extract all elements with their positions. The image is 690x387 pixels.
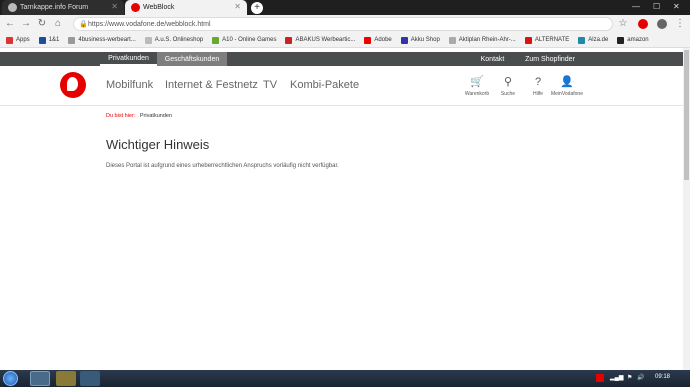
site-header: Mobilfunk Internet & Festnetz TV Kombi-P…	[0, 66, 690, 106]
bookmark-favicon-icon	[285, 36, 293, 44]
bookmark-4business[interactable]: 4business-werbeart...	[68, 36, 136, 44]
apps-grid-icon	[6, 36, 13, 44]
bookmark-abakus[interactable]: ABAKUS Werbeartic...	[285, 36, 355, 44]
shopfinder-link[interactable]: Zum Shopfinder	[518, 52, 582, 66]
windows-taskbar: ▂▄▆ ⚑ 🔊 09:18	[0, 370, 690, 387]
browser-toolbar: ← → ↻ ⌂ 🔒 https://www.vodafone.de/webblo…	[0, 15, 690, 33]
tab-geschaeftskunden[interactable]: Geschäftskunden	[157, 52, 227, 66]
cart-icon: 🛒	[470, 76, 484, 88]
meinvodafone-button[interactable]: 👤 MeinVodafone	[551, 76, 583, 97]
new-tab-button[interactable]: +	[251, 2, 263, 14]
close-window-button[interactable]: ✕	[673, 2, 680, 11]
tab-webblock[interactable]: WebBlock ✕	[125, 0, 247, 15]
nav-internet-festnetz[interactable]: Internet & Festnetz	[165, 79, 258, 91]
vodafone-speechmark-icon	[67, 77, 78, 91]
clock-time[interactable]: 09:18	[655, 374, 670, 380]
tab-title: WebBlock	[143, 4, 175, 11]
vodafone-logo[interactable]	[60, 72, 86, 98]
bookmark-amazon[interactable]: amazon	[617, 36, 649, 44]
bookmark-akku-shop[interactable]: Akku Shop	[400, 36, 440, 44]
bookmark-favicon-icon	[144, 36, 152, 44]
lock-icon: 🔒	[79, 21, 88, 28]
scrollbar-thumb[interactable]	[684, 50, 689, 180]
bookmark-alternate[interactable]: ALTERNATE	[524, 36, 569, 44]
maximize-button[interactable]: ☐	[653, 2, 660, 11]
address-bar[interactable]: 🔒 https://www.vodafone.de/webblock.html	[73, 17, 613, 31]
browser-tab-strip: Tarnkappe.info Forum ✕ WebBlock ✕ + — ☐ …	[0, 0, 690, 15]
tray-signal-icon[interactable]: ▂▄▆	[610, 374, 623, 381]
bookmarks-bar: Apps 1&1 4business-werbeart... A.u.S. On…	[0, 33, 690, 48]
bookmark-alza[interactable]: Alza.de	[578, 36, 608, 44]
tab-favicon-icon	[8, 3, 17, 12]
warenkorb-button[interactable]: 🛒 Warenkorb	[461, 76, 493, 97]
taskbar-chrome-icon[interactable]	[30, 371, 50, 386]
block-message: Dieses Portal ist aufgrund eines urheber…	[106, 163, 339, 169]
close-icon[interactable]: ✕	[111, 2, 118, 11]
bookmark-favicon-icon	[617, 36, 625, 44]
tab-tarnkappe[interactable]: Tarnkappe.info Forum ✕	[2, 0, 124, 15]
search-icon: ⚲	[503, 76, 513, 88]
adblock-extension-icon[interactable]	[638, 19, 648, 29]
breadcrumb-current[interactable]: Privatkunden	[140, 113, 172, 119]
bookmark-favicon-icon	[364, 36, 372, 44]
close-icon[interactable]: ✕	[234, 2, 241, 11]
nav-tv[interactable]: TV	[263, 79, 277, 91]
nav-mobilfunk[interactable]: Mobilfunk	[106, 79, 153, 91]
vodafone-favicon-icon	[131, 3, 140, 12]
bookmark-favicon-icon	[68, 36, 76, 44]
bookmark-adobe[interactable]: Adobe	[364, 36, 392, 44]
user-icon: 👤	[560, 76, 574, 88]
segment-nav: Privatkunden Geschäftskunden Kontakt Zum…	[0, 52, 690, 66]
tray-antivirus-icon[interactable]	[596, 374, 604, 382]
profile-avatar-icon[interactable]	[657, 19, 667, 29]
page-scrollbar[interactable]	[683, 48, 690, 370]
bookmark-aktiplan[interactable]: Aktiplan Rhein-Ahr-...	[448, 36, 516, 44]
bookmark-a10[interactable]: A10 - Online Games	[212, 36, 276, 44]
kontakt-link[interactable]: Kontakt	[470, 52, 515, 66]
forward-icon[interactable]: →	[20, 18, 32, 29]
tray-flag-icon[interactable]: ⚑	[627, 374, 632, 381]
bookmark-star-icon[interactable]: ☆	[617, 18, 629, 29]
bookmark-aus-onlineshop[interactable]: A.u.S. Onlineshop	[144, 36, 203, 44]
suche-button[interactable]: ⚲ Suche	[492, 76, 524, 97]
taskbar-app-icon[interactable]	[80, 371, 100, 386]
hilfe-button[interactable]: ? Hilfe	[522, 76, 554, 97]
tab-privatkunden[interactable]: Privatkunden	[100, 52, 157, 66]
bookmark-favicon-icon	[524, 36, 532, 44]
page-title: Wichtiger Hinweis	[106, 137, 210, 152]
bookmark-favicon-icon	[400, 36, 408, 44]
bookmark-1und1[interactable]: 1&1	[38, 36, 59, 44]
bookmark-favicon-icon	[448, 36, 456, 44]
reload-icon[interactable]: ↻	[36, 18, 48, 29]
nav-kombi-pakete[interactable]: Kombi-Pakete	[290, 79, 359, 91]
bookmark-apps[interactable]: Apps	[6, 36, 30, 44]
tab-title: Tarnkappe.info Forum	[20, 4, 89, 11]
bookmark-favicon-icon	[212, 36, 220, 44]
help-icon: ?	[534, 76, 542, 88]
minimize-button[interactable]: —	[632, 2, 640, 11]
breadcrumb: Du bist hier: Privatkunden	[106, 113, 172, 119]
url-text: https://www.vodafone.de/webblock.html	[88, 20, 211, 28]
tray-volume-icon[interactable]: 🔊	[637, 374, 644, 381]
bookmark-favicon-icon	[578, 36, 586, 44]
bookmark-favicon-icon	[38, 36, 46, 44]
start-button[interactable]	[3, 371, 18, 386]
breadcrumb-prefix: Du bist hier:	[106, 113, 136, 119]
back-icon[interactable]: ←	[4, 18, 16, 29]
taskbar-explorer-icon[interactable]	[56, 371, 76, 386]
home-icon[interactable]: ⌂	[52, 18, 64, 29]
menu-kebab-icon[interactable]: ⋮	[674, 18, 686, 29]
